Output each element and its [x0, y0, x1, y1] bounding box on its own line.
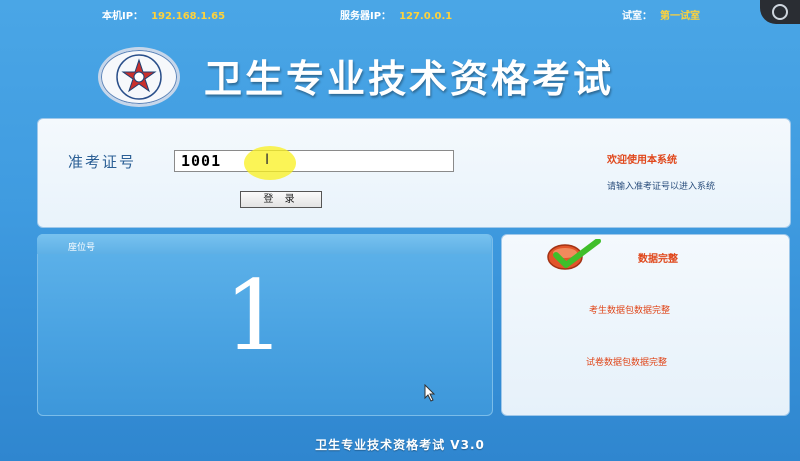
login-button[interactable]: 登 录	[240, 191, 322, 208]
paper-data-status: 试卷数据包数据完整	[586, 358, 668, 368]
exam-room-label: 试室：	[622, 11, 652, 22]
window-corner-tab[interactable]	[760, 0, 800, 24]
login-panel	[37, 118, 791, 228]
local-ip-value: 192.168.1.65	[151, 11, 226, 22]
candidate-data-status: 考生数据包数据完整	[589, 306, 671, 316]
ticket-number-label: 准考证号	[68, 153, 137, 171]
cursor-highlight	[244, 146, 296, 180]
status-bar: 本机IP： 192.168.1.65 服务器IP： 127.0.0.1 试室： 第一试…	[0, 0, 760, 28]
ticket-number-input[interactable]: 1001	[174, 150, 454, 172]
emblem-logo	[98, 47, 180, 107]
local-ip-status: 本机IP： 192.168.1.65	[102, 7, 225, 22]
server-ip-label: 服务器IP：	[340, 11, 392, 22]
circle-icon	[772, 4, 788, 20]
mouse-pointer-icon	[424, 383, 436, 406]
text-cursor-icon: I	[265, 152, 270, 168]
server-ip-value: 127.0.0.1	[399, 11, 453, 22]
server-ip-status: 服务器IP： 127.0.0.1	[340, 7, 452, 22]
app-title: 卫生专业技术资格考试	[204, 57, 615, 101]
checkmark-icon	[546, 238, 602, 277]
welcome-title: 欢迎使用本系统	[607, 155, 677, 166]
seat-label: 座位号	[68, 243, 96, 253]
local-ip-label: 本机IP：	[102, 11, 144, 22]
data-complete-title: 数据完整	[638, 254, 678, 265]
exam-room-status: 试室： 第一试室	[622, 7, 700, 22]
seat-panel-header	[37, 234, 491, 254]
seat-number: 1	[224, 260, 286, 372]
exam-room-value: 第一试室	[660, 11, 700, 22]
welcome-hint: 请输入准考证号以进入系统	[607, 182, 716, 192]
footer-version: 卫生专业技术资格考试 V3.0	[315, 438, 485, 452]
